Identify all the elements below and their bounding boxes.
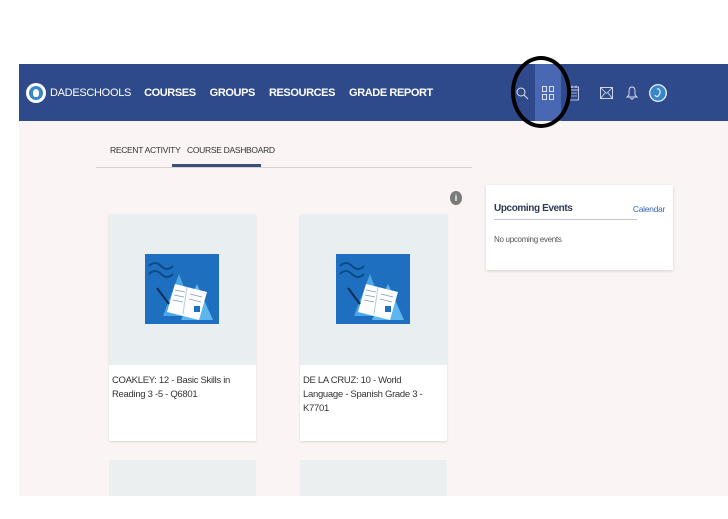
bell-icon <box>626 86 638 100</box>
search-icon <box>516 87 529 99</box>
notifications-button[interactable] <box>619 64 645 121</box>
nav-grade-report[interactable]: GRADE REPORT <box>349 87 433 99</box>
tab-course-dashboard[interactable]: COURSE DASHBOARD <box>187 145 275 155</box>
course-card-title: COAKLEY: 12 - Basic Skills in Reading 3 … <box>112 375 231 400</box>
events-divider <box>494 219 637 220</box>
nav-courses[interactable]: COURSES <box>144 87 196 99</box>
mail-icon <box>599 86 613 99</box>
events-title: Upcoming Events <box>494 203 573 214</box>
brand[interactable]: DADESCHOOLS <box>26 82 132 103</box>
nav-groups[interactable]: GROUPS <box>210 87 256 99</box>
dashboard-tabs: RECENT ACTIVITY COURSE DASHBOARD <box>96 141 472 168</box>
nav-resources[interactable]: RESOURCES <box>269 87 335 99</box>
course-card[interactable]: COAKLEY: 12 - Basic Skills in Reading 3 … <box>109 214 256 441</box>
calendar-button[interactable] <box>561 64 587 121</box>
search-button[interactable] <box>509 64 535 121</box>
course-card-partial[interactable] <box>109 460 256 496</box>
inbox-button[interactable] <box>593 64 619 121</box>
info-icon[interactable]: i <box>450 191 462 205</box>
course-card-title: DE LA CRUZ: 10 - World Language - Spanis… <box>303 375 423 414</box>
course-card-banner <box>300 214 447 365</box>
course-dashboard-button[interactable] <box>535 64 561 121</box>
upcoming-events-panel: Upcoming Events Calendar No upcoming eve… <box>486 185 673 270</box>
course-art-icon <box>145 254 219 324</box>
course-card-banner <box>109 214 256 365</box>
grid-icon <box>542 85 554 100</box>
nav-links: COURSES GROUPS RESOURCES GRADE REPORT <box>144 87 447 99</box>
active-tab-indicator <box>172 164 261 167</box>
profile-button[interactable] <box>645 64 671 121</box>
calendar-icon <box>569 85 579 100</box>
app-window: DADESCHOOLS COURSES GROUPS RESOURCES GRA… <box>19 64 728 496</box>
tab-recent-activity[interactable]: RECENT ACTIVITY <box>110 145 181 155</box>
top-navbar: DADESCHOOLS COURSES GROUPS RESOURCES GRA… <box>19 64 728 121</box>
avatar <box>649 83 667 102</box>
calendar-link[interactable]: Calendar <box>633 204 665 214</box>
course-art-icon <box>336 254 410 324</box>
events-empty-text: No upcoming events <box>494 235 562 244</box>
course-card[interactable]: DE LA CRUZ: 10 - World Language - Spanis… <box>300 214 447 441</box>
brand-name: DADESCHOOLS <box>50 86 132 99</box>
nav-icons <box>509 64 671 121</box>
brand-logo-icon <box>26 82 46 103</box>
course-card-partial[interactable] <box>300 460 447 496</box>
